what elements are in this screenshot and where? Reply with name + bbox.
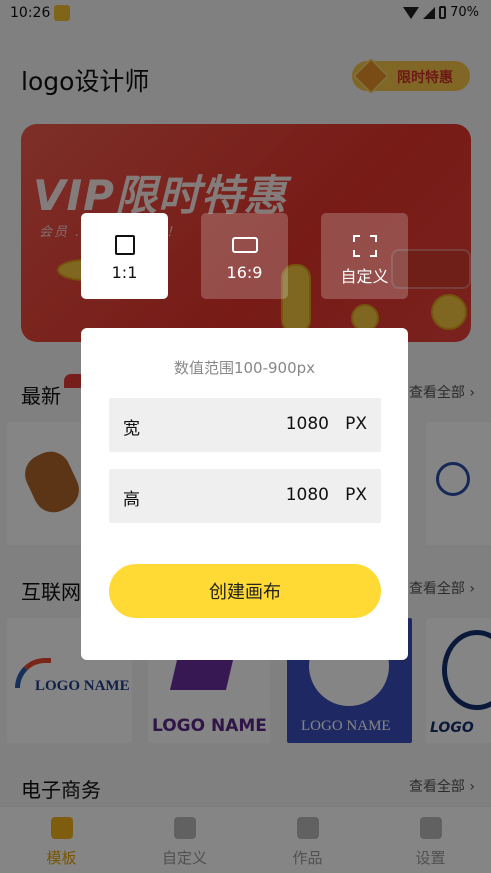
custom-size-icon xyxy=(352,235,377,257)
ratio-option-custom[interactable]: 自定义 xyxy=(321,213,408,299)
range-hint: 数值范围100-900px xyxy=(173,359,316,377)
create-canvas-button[interactable]: 创建画布 xyxy=(109,564,381,618)
ratio-label: 自定义 xyxy=(340,267,389,286)
ratio-option-1-1[interactable]: 1:1 xyxy=(81,213,168,299)
square-ratio-icon xyxy=(114,235,135,255)
width-field[interactable]: 宽 1080 PX xyxy=(109,398,381,452)
height-field[interactable]: 高 1080 PX xyxy=(109,469,381,523)
canvas-size-dialog: 数值范围100-900px 宽 1080 PX 高 1080 PX 创建画布 xyxy=(81,328,408,660)
ratio-option-16-9[interactable]: 16:9 xyxy=(201,213,288,299)
ratio-label: 1:1 xyxy=(111,263,138,282)
height-unit: PX xyxy=(345,485,367,505)
width-unit: PX xyxy=(345,414,367,434)
height-label: 高 xyxy=(123,490,140,510)
height-value[interactable]: 1080 xyxy=(286,485,329,505)
width-value[interactable]: 1080 xyxy=(286,414,329,434)
ratio-label: 16:9 xyxy=(226,263,263,282)
width-label: 宽 xyxy=(123,419,140,439)
wide-ratio-icon xyxy=(231,237,258,253)
